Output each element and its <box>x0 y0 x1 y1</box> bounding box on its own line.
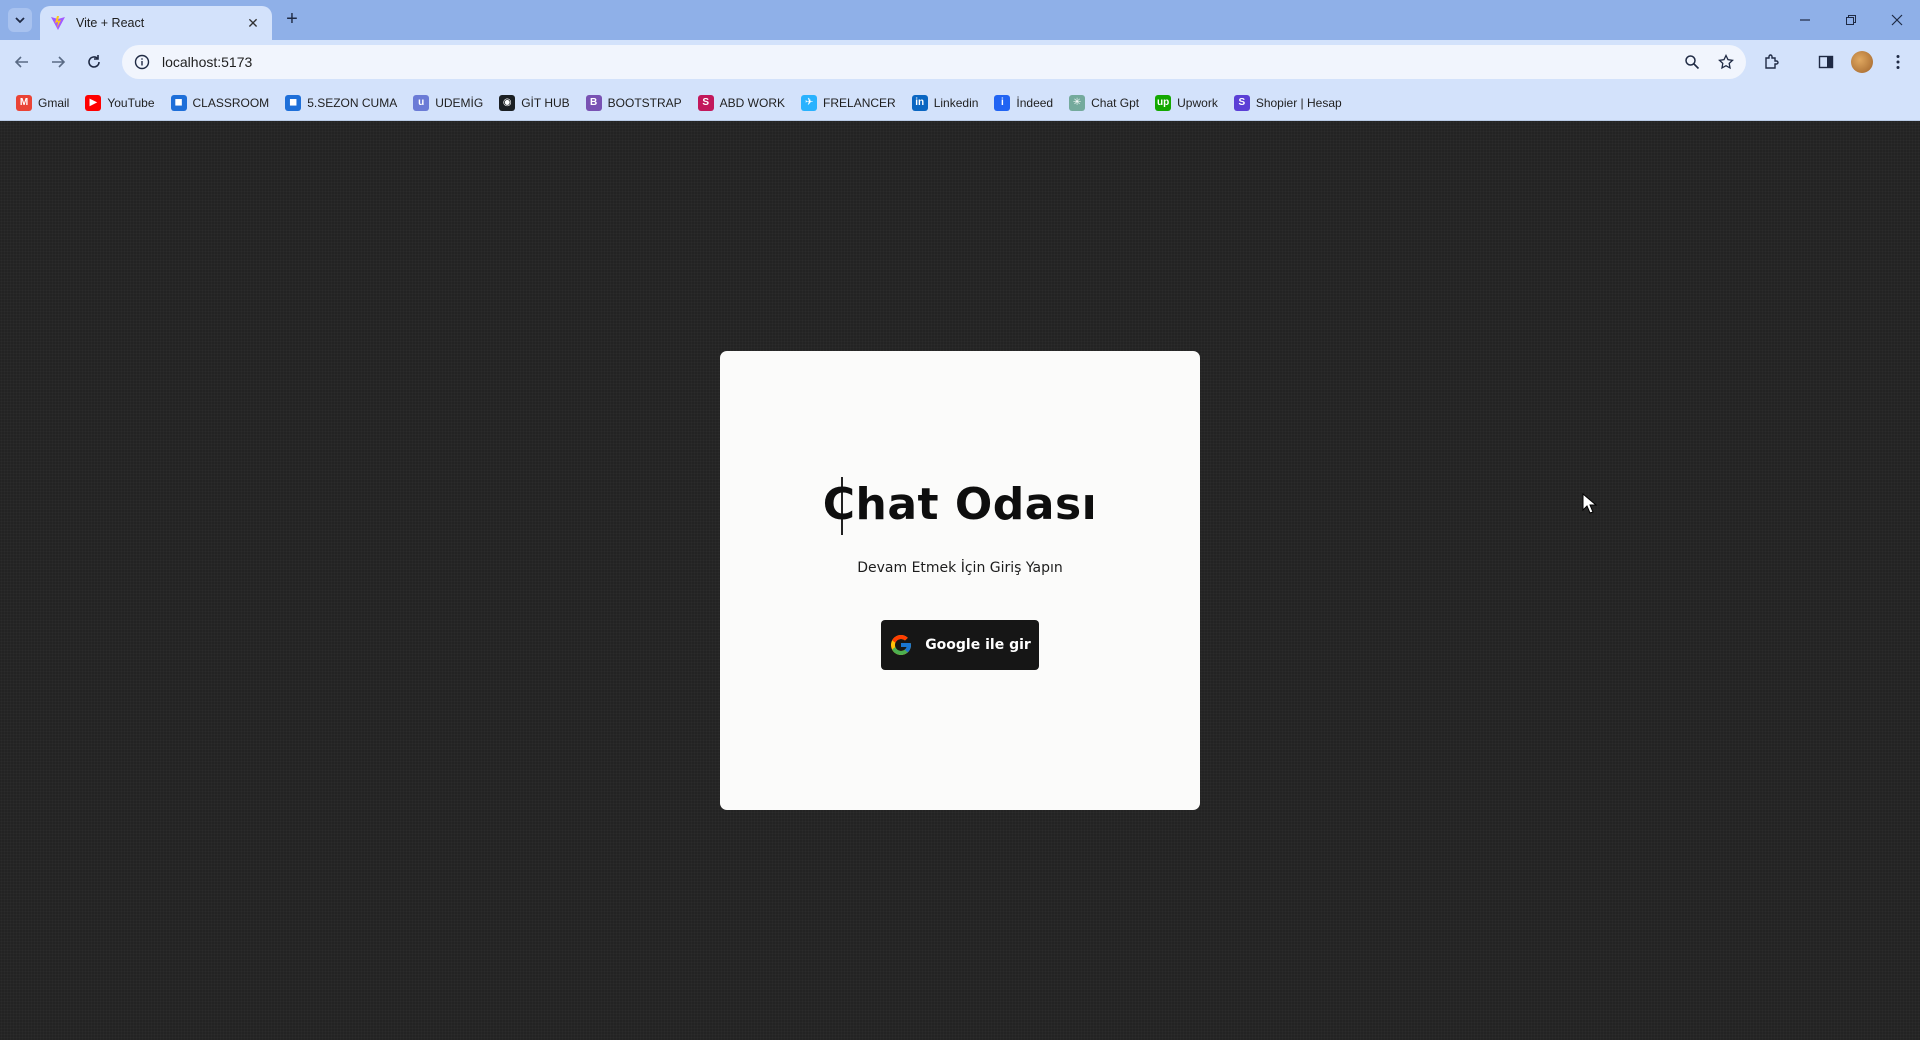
bookmark-label: İndeed <box>1016 95 1054 110</box>
bookmark-item[interactable]: ◉ GİT HUB <box>493 89 575 117</box>
close-icon <box>1891 14 1903 26</box>
classroom-icon: ◼ <box>170 94 187 111</box>
bookmark-label: 5.SEZON CUMA <box>307 95 398 110</box>
bookmark-label: Chat Gpt <box>1091 95 1140 110</box>
address-bar[interactable]: localhost:5173 <box>122 45 1746 79</box>
bookmark-label: ABD WORK <box>719 95 786 110</box>
zoom-button[interactable] <box>1678 48 1706 76</box>
bookmark-label: Upwork <box>1177 95 1218 110</box>
tab-search-button[interactable] <box>8 8 32 32</box>
s-icon: S <box>697 94 714 111</box>
bookmark-item[interactable]: S Shopier | Hesap <box>1228 89 1348 117</box>
restore-icon <box>1846 15 1856 25</box>
login-subtitle: Devam Etmek İçin Giriş Yapın <box>857 560 1063 576</box>
bootstrap-icon: B <box>585 94 602 111</box>
bookmark-item[interactable]: i İndeed <box>988 89 1059 117</box>
browser-tab[interactable]: Vite + React ✕ <box>40 6 272 40</box>
tab-title: Vite + React <box>76 16 145 30</box>
url-text[interactable]: localhost:5173 <box>162 54 1678 70</box>
bookmark-item[interactable]: ▶ YouTube <box>79 89 160 117</box>
zoom-icon <box>1685 55 1700 70</box>
bookmark-label: Linkedin <box>933 95 979 110</box>
bookmark-label: Shopier | Hesap <box>1255 95 1342 110</box>
reload-button[interactable] <box>80 48 108 76</box>
bookmark-item[interactable]: M Gmail <box>10 89 75 117</box>
puzzle-icon <box>1765 54 1779 69</box>
classroom-icon: ◼ <box>285 94 302 111</box>
side-panel-button[interactable] <box>1812 48 1840 76</box>
forward-button[interactable] <box>44 48 72 76</box>
tab-close-icon[interactable]: ✕ <box>244 15 262 32</box>
profile-button[interactable] <box>1848 48 1876 76</box>
bookmark-item[interactable]: u UDEMİG <box>407 89 489 117</box>
bookmark-item[interactable]: S ABD WORK <box>692 89 791 117</box>
browser-toolbar: localhost:5173 <box>0 40 1920 85</box>
indeed-icon: i <box>994 94 1011 111</box>
freelancer-icon: ✈ <box>801 94 818 111</box>
github-icon: ◉ <box>499 94 516 111</box>
minimize-icon <box>1800 19 1810 21</box>
chatgpt-icon: ✳ <box>1069 94 1086 111</box>
bookmark-label: CLASSROOM <box>192 95 270 110</box>
close-window-button[interactable] <box>1874 0 1920 40</box>
udemig-icon: u <box>413 94 430 111</box>
menu-button[interactable] <box>1884 48 1912 76</box>
back-button[interactable] <box>8 48 36 76</box>
bookmark-item[interactable]: ◼ 5.SEZON CUMA <box>279 89 403 117</box>
login-card: Chat Odası Devam Etmek İçin Giriş Yapın … <box>720 351 1200 810</box>
bookmark-item[interactable]: up Upwork <box>1149 89 1224 117</box>
bookmark-label: FRELANCER <box>823 95 896 110</box>
page-viewport: Chat Odası Devam Etmek İçin Giriş Yapın … <box>0 121 1920 1040</box>
bookmark-star-button[interactable] <box>1712 48 1740 76</box>
minimize-button[interactable] <box>1782 0 1828 40</box>
arrow-right-icon <box>52 56 66 68</box>
reload-icon <box>88 55 100 68</box>
bookmark-item[interactable]: B BOOTSTRAP <box>580 89 688 117</box>
bookmark-label: Gmail <box>38 95 70 110</box>
bookmark-item[interactable]: ✈ FRELANCER <box>795 89 902 117</box>
vite-icon <box>51 16 65 30</box>
page-title: Chat Odası <box>822 479 1098 530</box>
avatar <box>1851 51 1873 73</box>
extensions-button[interactable] <box>1758 48 1786 76</box>
more-vertical-icon <box>1896 55 1900 69</box>
restore-button[interactable] <box>1828 0 1874 40</box>
site-info-icon[interactable] <box>134 54 150 70</box>
upwork-icon: up <box>1155 94 1172 111</box>
arrow-left-icon <box>14 56 28 68</box>
gmail-icon: M <box>16 94 32 111</box>
google-icon <box>891 635 912 655</box>
bookmark-label: UDEMİG <box>435 95 484 110</box>
bookmark-label: YouTube <box>107 95 155 110</box>
bookmark-item[interactable]: in Linkedin <box>906 89 985 117</box>
google-login-label: Google ile gir <box>925 637 1031 653</box>
tab-strip: Vite + React ✕ + <box>0 0 1920 40</box>
bookmark-label: BOOTSTRAP <box>607 95 682 110</box>
chevron-down-icon <box>15 17 25 24</box>
bookmarks-bar: M Gmail ▶ YouTube ◼ CLASSROOM ◼ 5.SEZON CUMA u UD… <box>0 85 1920 121</box>
google-login-button[interactable]: Google ile gir <box>881 620 1039 670</box>
youtube-icon: ▶ <box>85 94 102 111</box>
side-panel-icon <box>1818 55 1834 69</box>
linkedin-icon: in <box>911 94 928 111</box>
mouse-cursor-icon <box>1582 493 1598 514</box>
shopier-icon: S <box>1233 94 1250 111</box>
star-icon <box>1718 54 1734 70</box>
bookmark-label: GİT HUB <box>521 95 570 110</box>
bookmark-item[interactable]: ◼ CLASSROOM <box>165 89 276 117</box>
bookmark-item[interactable]: ✳ Chat Gpt <box>1063 89 1145 117</box>
new-tab-button[interactable]: + <box>280 8 304 32</box>
